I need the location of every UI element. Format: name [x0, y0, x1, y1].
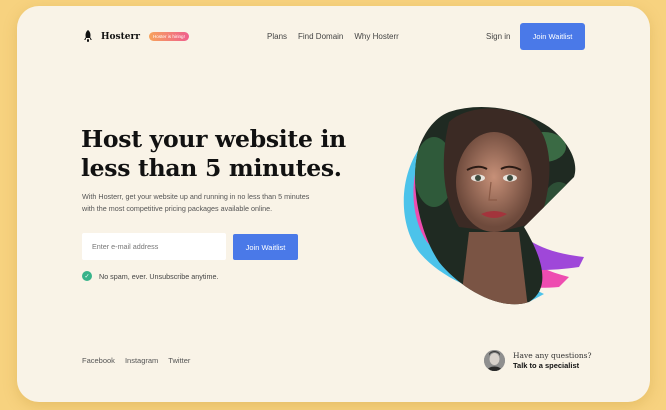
talk-to-specialist-link[interactable]: Talk to a specialist — [513, 361, 592, 371]
hero-title-line-2: less than 5 minutes. — [81, 154, 342, 182]
hero-title-line-1: Host your website in — [81, 125, 346, 153]
hero-subtitle: With Hosterr, get your website up and ru… — [82, 192, 310, 213]
no-spam-note: ✓ No spam, ever. Unsubscribe anytime. — [82, 271, 218, 281]
rocket-icon — [83, 30, 93, 43]
sign-in-link[interactable]: Sign in — [486, 32, 510, 41]
landing-card: Hosterr Hoster is hiring! Plans Find Dom… — [17, 6, 650, 402]
avatar — [484, 350, 505, 371]
questions-label: Have any questions? — [513, 350, 592, 360]
contact-specialist[interactable]: Have any questions? Talk to a specialist — [484, 350, 592, 371]
hero-illustration — [379, 102, 584, 322]
hero-title: Host your website in less than 5 minutes… — [81, 125, 351, 183]
logo[interactable]: Hosterr Hoster is hiring! — [83, 30, 189, 43]
twitter-link[interactable]: Twitter — [168, 356, 190, 365]
social-links: Facebook Instagram Twitter — [82, 356, 190, 365]
main-nav: Plans Find Domain Why Hosterr — [267, 32, 399, 41]
hiring-badge[interactable]: Hoster is hiring! — [148, 32, 189, 41]
email-input[interactable] — [82, 233, 226, 260]
nav-find-domain[interactable]: Find Domain — [298, 32, 343, 41]
facebook-link[interactable]: Facebook — [82, 356, 115, 365]
no-spam-text: No spam, ever. Unsubscribe anytime. — [99, 271, 219, 281]
nav-why-hosterr[interactable]: Why Hosterr — [354, 32, 398, 41]
join-waitlist-button[interactable]: Join Waitlist — [233, 234, 298, 260]
join-waitlist-header-button[interactable]: Join Waitlist — [520, 23, 585, 50]
instagram-link[interactable]: Instagram — [125, 356, 158, 365]
check-icon: ✓ — [82, 271, 92, 281]
brand-name: Hosterr — [101, 31, 140, 42]
nav-plans[interactable]: Plans — [267, 32, 287, 41]
